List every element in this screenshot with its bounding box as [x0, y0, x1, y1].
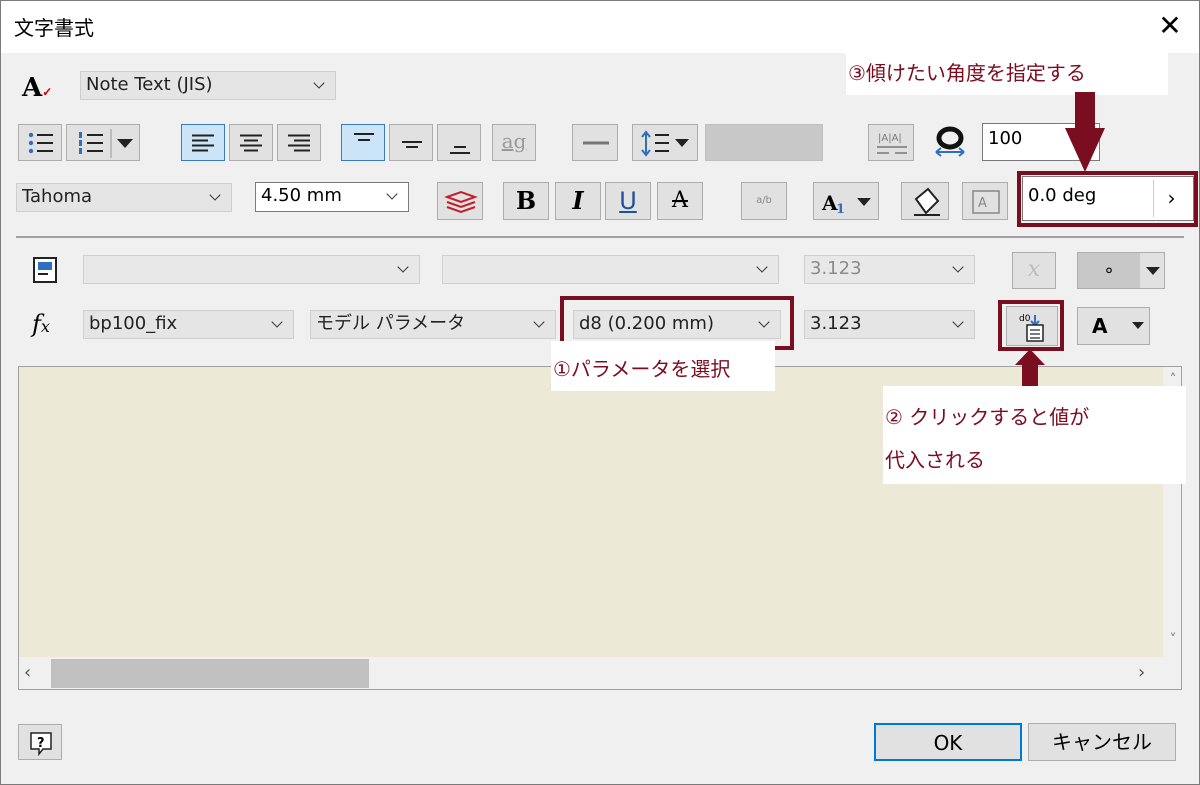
ag-button[interactable]: ag: [492, 124, 536, 161]
size-combo-value: 4.50 mm: [261, 185, 342, 206]
font-combo-value: Tahoma: [22, 186, 93, 207]
step2-text-line1: ② クリックすると値が: [885, 405, 1090, 429]
ok-button[interactable]: OK: [874, 723, 1022, 761]
line-icon[interactable]: [572, 124, 618, 161]
font-combo[interactable]: Tahoma: [16, 183, 232, 212]
component-combo-value: bp100_fix: [89, 313, 178, 334]
scroll-left-icon[interactable]: ‹: [24, 662, 42, 684]
valign-bottom-icon[interactable]: [437, 124, 481, 161]
width-scale-icon: [932, 124, 968, 160]
precision-disabled-value: 3.123: [810, 258, 862, 279]
valign-middle-icon[interactable]: [389, 124, 433, 161]
parameter-type-combo[interactable]: モデル パラメータ: [310, 310, 556, 339]
svg-text:|A|A|: |A|A|: [878, 133, 902, 144]
align-right-icon[interactable]: [277, 124, 321, 161]
cancel-button[interactable]: キャンセル: [1028, 723, 1176, 761]
help-icon[interactable]: ?: [18, 724, 62, 760]
window-title: 文字書式: [14, 16, 94, 40]
style-combo[interactable]: Note Text (JIS): [80, 71, 336, 100]
line-spacing-value-field: [705, 124, 823, 161]
underline-button[interactable]: U: [605, 182, 651, 220]
valign-top-icon[interactable]: [341, 124, 385, 161]
rotation-highlight-box: [1017, 171, 1198, 227]
precision-combo-value: 3.123: [810, 313, 862, 334]
title-bar: [1, 1, 1199, 53]
font-color-letter: A: [1092, 314, 1108, 338]
parameter-type-value: モデル パラメータ: [316, 313, 466, 334]
chevron-down-icon: [952, 311, 966, 338]
separator: [16, 236, 1184, 238]
bold-button[interactable]: B: [503, 182, 549, 220]
italic-button[interactable]: I: [555, 182, 601, 220]
insert-value-disabled-button: x: [1012, 252, 1056, 289]
precision-combo[interactable]: 3.123: [804, 310, 975, 339]
chevron-down-icon: [209, 184, 223, 211]
horizontal-scroll-thumb[interactable]: [51, 659, 369, 688]
chevron-down-icon: [397, 256, 411, 283]
step2-text-line2: 代入される: [885, 448, 985, 472]
chevron-down-icon: [756, 256, 770, 283]
chevron-down-icon: [533, 311, 547, 338]
insert-symbol-icon[interactable]: A1: [813, 182, 879, 220]
chevron-down-icon: [271, 311, 285, 338]
step3-callout: ③傾けたい角度を指定する: [846, 52, 1168, 95]
bullet-list-icon[interactable]: [18, 124, 62, 161]
close-icon[interactable]: ✕: [1155, 12, 1185, 42]
size-combo[interactable]: 4.50 mm: [255, 182, 409, 212]
chevron-down-icon: [386, 183, 400, 211]
component-icon: [33, 257, 57, 283]
style-combo-value: Note Text (JIS): [86, 74, 213, 95]
svg-text:?: ?: [37, 736, 45, 751]
source-combo-disabled: [442, 255, 779, 284]
step1-callout: ①パラメータを選択: [551, 341, 775, 391]
step3-arrow-shaft: [1075, 92, 1095, 132]
text-style-icon: A✓: [22, 73, 53, 103]
step2-callout: ② クリックすると値が 代入される: [883, 386, 1186, 484]
step3-text: ③傾けたい角度を指定する: [848, 61, 1086, 85]
background-fill-icon[interactable]: [901, 182, 949, 220]
svg-text:1: 1: [836, 202, 845, 217]
chevron-down-icon: [313, 72, 327, 99]
component-combo-disabled: [83, 255, 420, 284]
svg-text:A: A: [978, 196, 987, 211]
symbol-sample: ∘: [1078, 253, 1140, 288]
align-center-icon[interactable]: [229, 124, 273, 161]
align-left-icon[interactable]: [181, 124, 225, 161]
step2-arrow-shaft: [1022, 364, 1038, 386]
numbered-list-icon[interactable]: [66, 124, 140, 161]
symbol-button[interactable]: ∘: [1077, 252, 1165, 289]
precision-combo-disabled: 3.123: [804, 255, 975, 284]
step1-text: ①パラメータを選択: [553, 357, 731, 381]
scroll-right-icon[interactable]: ›: [1138, 662, 1156, 684]
width-scale-value: 100: [988, 128, 1023, 149]
stack-icon[interactable]: [437, 182, 483, 220]
frame-icon[interactable]: A: [962, 182, 1008, 220]
insert-highlight-box: [998, 300, 1064, 351]
font-color-button[interactable]: A: [1077, 307, 1150, 345]
line-spacing-icon[interactable]: [632, 124, 698, 161]
scroll-down-icon[interactable]: ˅: [1166, 632, 1180, 650]
chevron-down-icon: [952, 256, 966, 283]
step3-arrow-head: [1065, 128, 1105, 172]
stacked-text-button[interactable]: a/b: [741, 182, 787, 220]
component-combo[interactable]: bp100_fix: [83, 310, 294, 339]
character-spacing-icon[interactable]: |A|A|: [868, 124, 914, 161]
step2-arrow-head: [1015, 349, 1045, 365]
strikethrough-button[interactable]: A: [657, 182, 703, 220]
function-icon: fx: [32, 310, 50, 338]
